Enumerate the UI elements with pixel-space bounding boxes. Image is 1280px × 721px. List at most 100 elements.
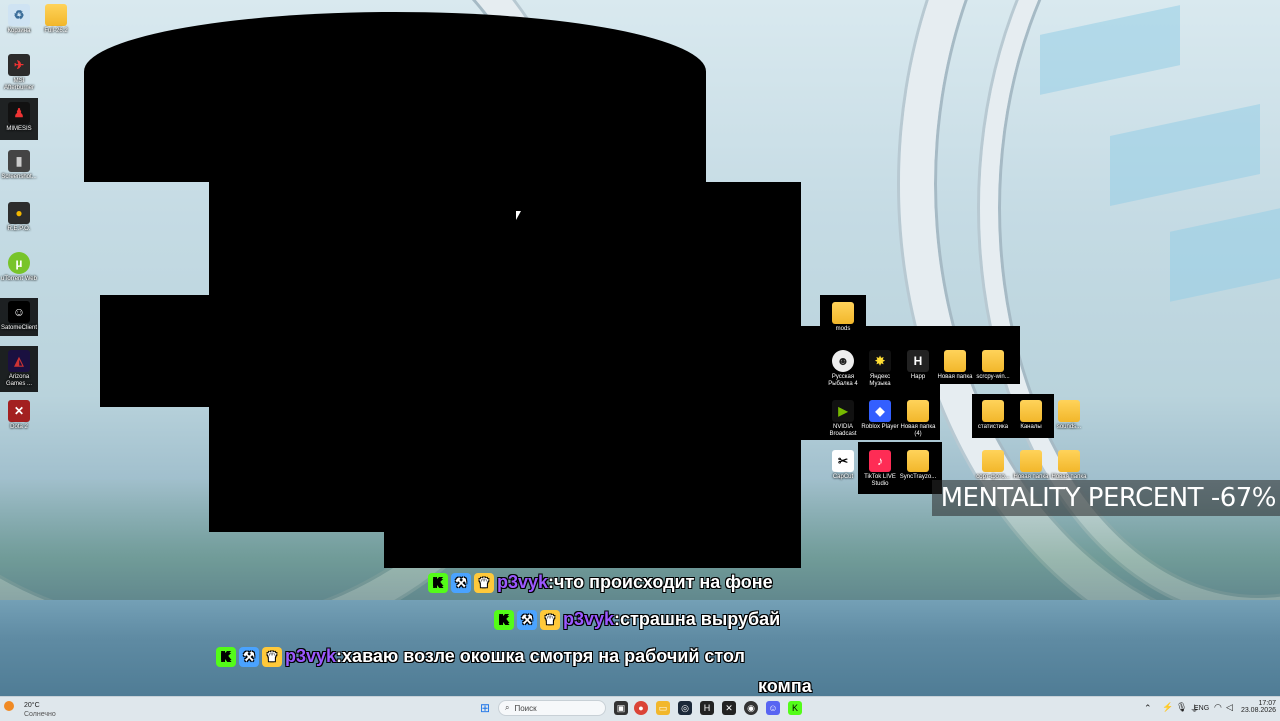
icon-label: sounds... bbox=[1056, 424, 1082, 430]
icon-label: mods bbox=[835, 326, 851, 332]
folder-icon bbox=[982, 450, 1004, 472]
tiktok-icon: ♪ bbox=[869, 450, 891, 472]
chat-message: K ⚒ ♛ p3vyk: что происходит на фоне bbox=[428, 572, 773, 593]
desktop-icon-new-folder-4[interactable]: Новая папка (4) bbox=[899, 400, 937, 438]
icon-label: MIMESIS bbox=[6, 126, 32, 132]
desktop-icon-roblox[interactable]: ◆ Roblox Player bbox=[861, 400, 899, 431]
desktop-icon-folder-c[interactable]: Новая папка bbox=[1050, 450, 1088, 481]
desktop-icon-russian-fishing[interactable]: ☻ Русская Рыбалка 4 bbox=[824, 350, 862, 388]
desktop-icon-msi-afterburner[interactable]: ✈ MSI Afterburner bbox=[0, 54, 38, 92]
weather-widget[interactable]: 20°C Солнечно bbox=[4, 700, 64, 718]
desktop-icon-dota[interactable]: ✕ Dota 2 bbox=[0, 400, 38, 431]
desktop-icon-satomi[interactable]: ☺ SatomeClient bbox=[0, 298, 38, 336]
kick-badge-icon: K bbox=[428, 572, 448, 593]
icon-label: Каналы bbox=[1020, 424, 1042, 430]
crown-badge-icon: ♛ bbox=[474, 572, 494, 593]
icon-label: Full-26.2 bbox=[44, 28, 68, 34]
mentality-overlay: MENTALITY PERCENT -67% bbox=[932, 480, 1280, 516]
icon-label: TikTok LIVE Studio bbox=[864, 474, 896, 487]
language-indicator[interactable]: ENG bbox=[1194, 705, 1209, 712]
desktop-icon-synctrayzor[interactable]: SyncTrayzo... bbox=[899, 450, 937, 481]
arizona-icon: ◭ bbox=[8, 350, 30, 372]
yandex-music-icon: ✸ bbox=[869, 350, 891, 372]
search-box[interactable]: ⌕ Поиск bbox=[498, 700, 606, 716]
desktop-icon-arizona[interactable]: ◭ Arizona Games ... bbox=[0, 346, 38, 392]
desktop-icon-folder-a[interactable]: сорт-фото... bbox=[974, 450, 1012, 481]
satomi-icon: ☺ bbox=[8, 301, 30, 323]
desktop-icon-utorrent[interactable]: µ uTorrent Web bbox=[0, 252, 38, 283]
icon-label: Arizona Games ... bbox=[5, 374, 32, 387]
icon-label: Dota 2 bbox=[10, 424, 28, 430]
chat-message: K ⚒ ♛ p3vyk: хаваю возле окошка смотря н… bbox=[216, 646, 745, 667]
desktop-icon-mods[interactable]: mods bbox=[824, 302, 862, 333]
tray-network-icon[interactable]: ⚡ bbox=[1162, 702, 1173, 713]
utorrent-icon: µ bbox=[8, 252, 30, 274]
desktop-icon-screenshot[interactable]: ▮ Screenshot... bbox=[0, 150, 38, 181]
desktop-icon-repo[interactable]: ● R.E.P.O. bbox=[0, 202, 38, 233]
nvidia-icon: ▶ bbox=[832, 400, 854, 422]
icon-label: SatomeClient bbox=[0, 325, 38, 331]
x-app-icon[interactable]: ✕ bbox=[722, 701, 736, 715]
chrome-icon[interactable]: ● bbox=[634, 701, 648, 715]
kick-icon[interactable]: K bbox=[788, 701, 802, 715]
icon-label: R.E.P.O. bbox=[7, 226, 31, 232]
file-explorer-icon[interactable]: ▭ bbox=[656, 701, 670, 715]
desktop-icon-new-folder[interactable]: Новая папка bbox=[936, 350, 974, 381]
desktop-icon-yandex-music[interactable]: ✸ Яндекс Музыка bbox=[861, 350, 899, 388]
desktop-icon-channels[interactable]: Каналы bbox=[1012, 400, 1050, 431]
hammer-badge-icon: ⚒ bbox=[239, 646, 259, 667]
folder-icon bbox=[1020, 400, 1042, 422]
icon-label: Новая папка (4) bbox=[900, 424, 936, 437]
tray-wifi-icon[interactable]: ◠ bbox=[1214, 702, 1222, 713]
mimesis-icon: ♟ bbox=[8, 102, 30, 124]
start-button[interactable]: ⊞ bbox=[478, 701, 492, 715]
desktop-icon-recycle-bin[interactable]: ♻ Корзина bbox=[0, 4, 38, 35]
chat-message: K ⚒ ♛ p3vyk: страшна вырубай bbox=[494, 609, 780, 630]
folder-icon bbox=[982, 350, 1004, 372]
steam-icon[interactable]: ◎ bbox=[678, 701, 692, 715]
weather-icon bbox=[4, 701, 14, 711]
happ-icon[interactable]: H bbox=[700, 701, 714, 715]
discord-icon[interactable]: ☺ bbox=[766, 701, 780, 715]
taskbar: 20°C Солнечно ⊞ ⌕ Поиск ▣ ● ▭ ◎ H ✕ ◉ ☺ … bbox=[0, 696, 1280, 721]
task-view-icon[interactable]: ▣ bbox=[614, 701, 628, 715]
capcut-icon: ✂ bbox=[832, 450, 854, 472]
obs-icon[interactable]: ◉ bbox=[744, 701, 758, 715]
redacted-area bbox=[100, 295, 210, 407]
icon-label: CapCut bbox=[832, 474, 854, 480]
icon-label: Новая папка bbox=[937, 374, 973, 380]
tray-mic-icon[interactable]: 🎙 bbox=[1176, 702, 1187, 713]
folder-icon bbox=[907, 400, 929, 422]
roblox-icon: ◆ bbox=[869, 400, 891, 422]
crown-badge-icon: ♛ bbox=[540, 609, 560, 630]
clock[interactable]: 17:07 23.08.2026 bbox=[1236, 700, 1276, 714]
desktop-icon-sounds[interactable]: sounds... bbox=[1050, 400, 1088, 431]
desktop-icon-happ[interactable]: H Happ bbox=[899, 350, 937, 381]
redacted-area bbox=[384, 530, 801, 568]
icon-label: статистика bbox=[977, 424, 1009, 430]
search-icon: ⌕ bbox=[505, 703, 510, 712]
desktop-icon-mimesis[interactable]: ♟ MIMESIS bbox=[0, 98, 38, 140]
icon-label: Screenshot... bbox=[1, 174, 37, 180]
folder-icon bbox=[982, 400, 1004, 422]
desktop-icon-stats[interactable]: статистика bbox=[974, 400, 1012, 431]
desktop-icon-folder-b[interactable]: Новая папка bbox=[1012, 450, 1050, 481]
desktop-icon-folder-full[interactable]: Full-26.2 bbox=[37, 4, 75, 35]
tray-volume-icon[interactable]: ◁ bbox=[1226, 702, 1233, 713]
kick-badge-icon: K bbox=[216, 646, 236, 667]
icon-label: Roblox Player bbox=[861, 424, 899, 430]
icon-label: uTorrent Web bbox=[1, 276, 37, 282]
chat-nick: p3vyk bbox=[285, 646, 337, 666]
crown-badge-icon: ♛ bbox=[262, 646, 282, 667]
desktop-icon-nvidia[interactable]: ▶ NVIDIA Broadcast bbox=[824, 400, 862, 438]
icon-label: scrcpy-win... bbox=[976, 374, 1010, 380]
clock-time: 17:07 bbox=[1258, 700, 1276, 707]
afterburner-icon: ✈ bbox=[8, 54, 30, 76]
desktop-icon-tiktok[interactable]: ♪ TikTok LIVE Studio bbox=[861, 450, 899, 488]
desktop-icon-capcut[interactable]: ✂ CapCut bbox=[824, 450, 862, 481]
weather-desc: Солнечно bbox=[24, 711, 56, 718]
tray-chevron-icon[interactable]: ⌃ bbox=[1144, 703, 1152, 714]
desktop-icon-scrcpy[interactable]: scrcpy-win... bbox=[974, 350, 1012, 381]
folder-icon bbox=[1058, 400, 1080, 422]
chat-text: хаваю возле окошка смотря на рабочий сто… bbox=[342, 646, 745, 666]
